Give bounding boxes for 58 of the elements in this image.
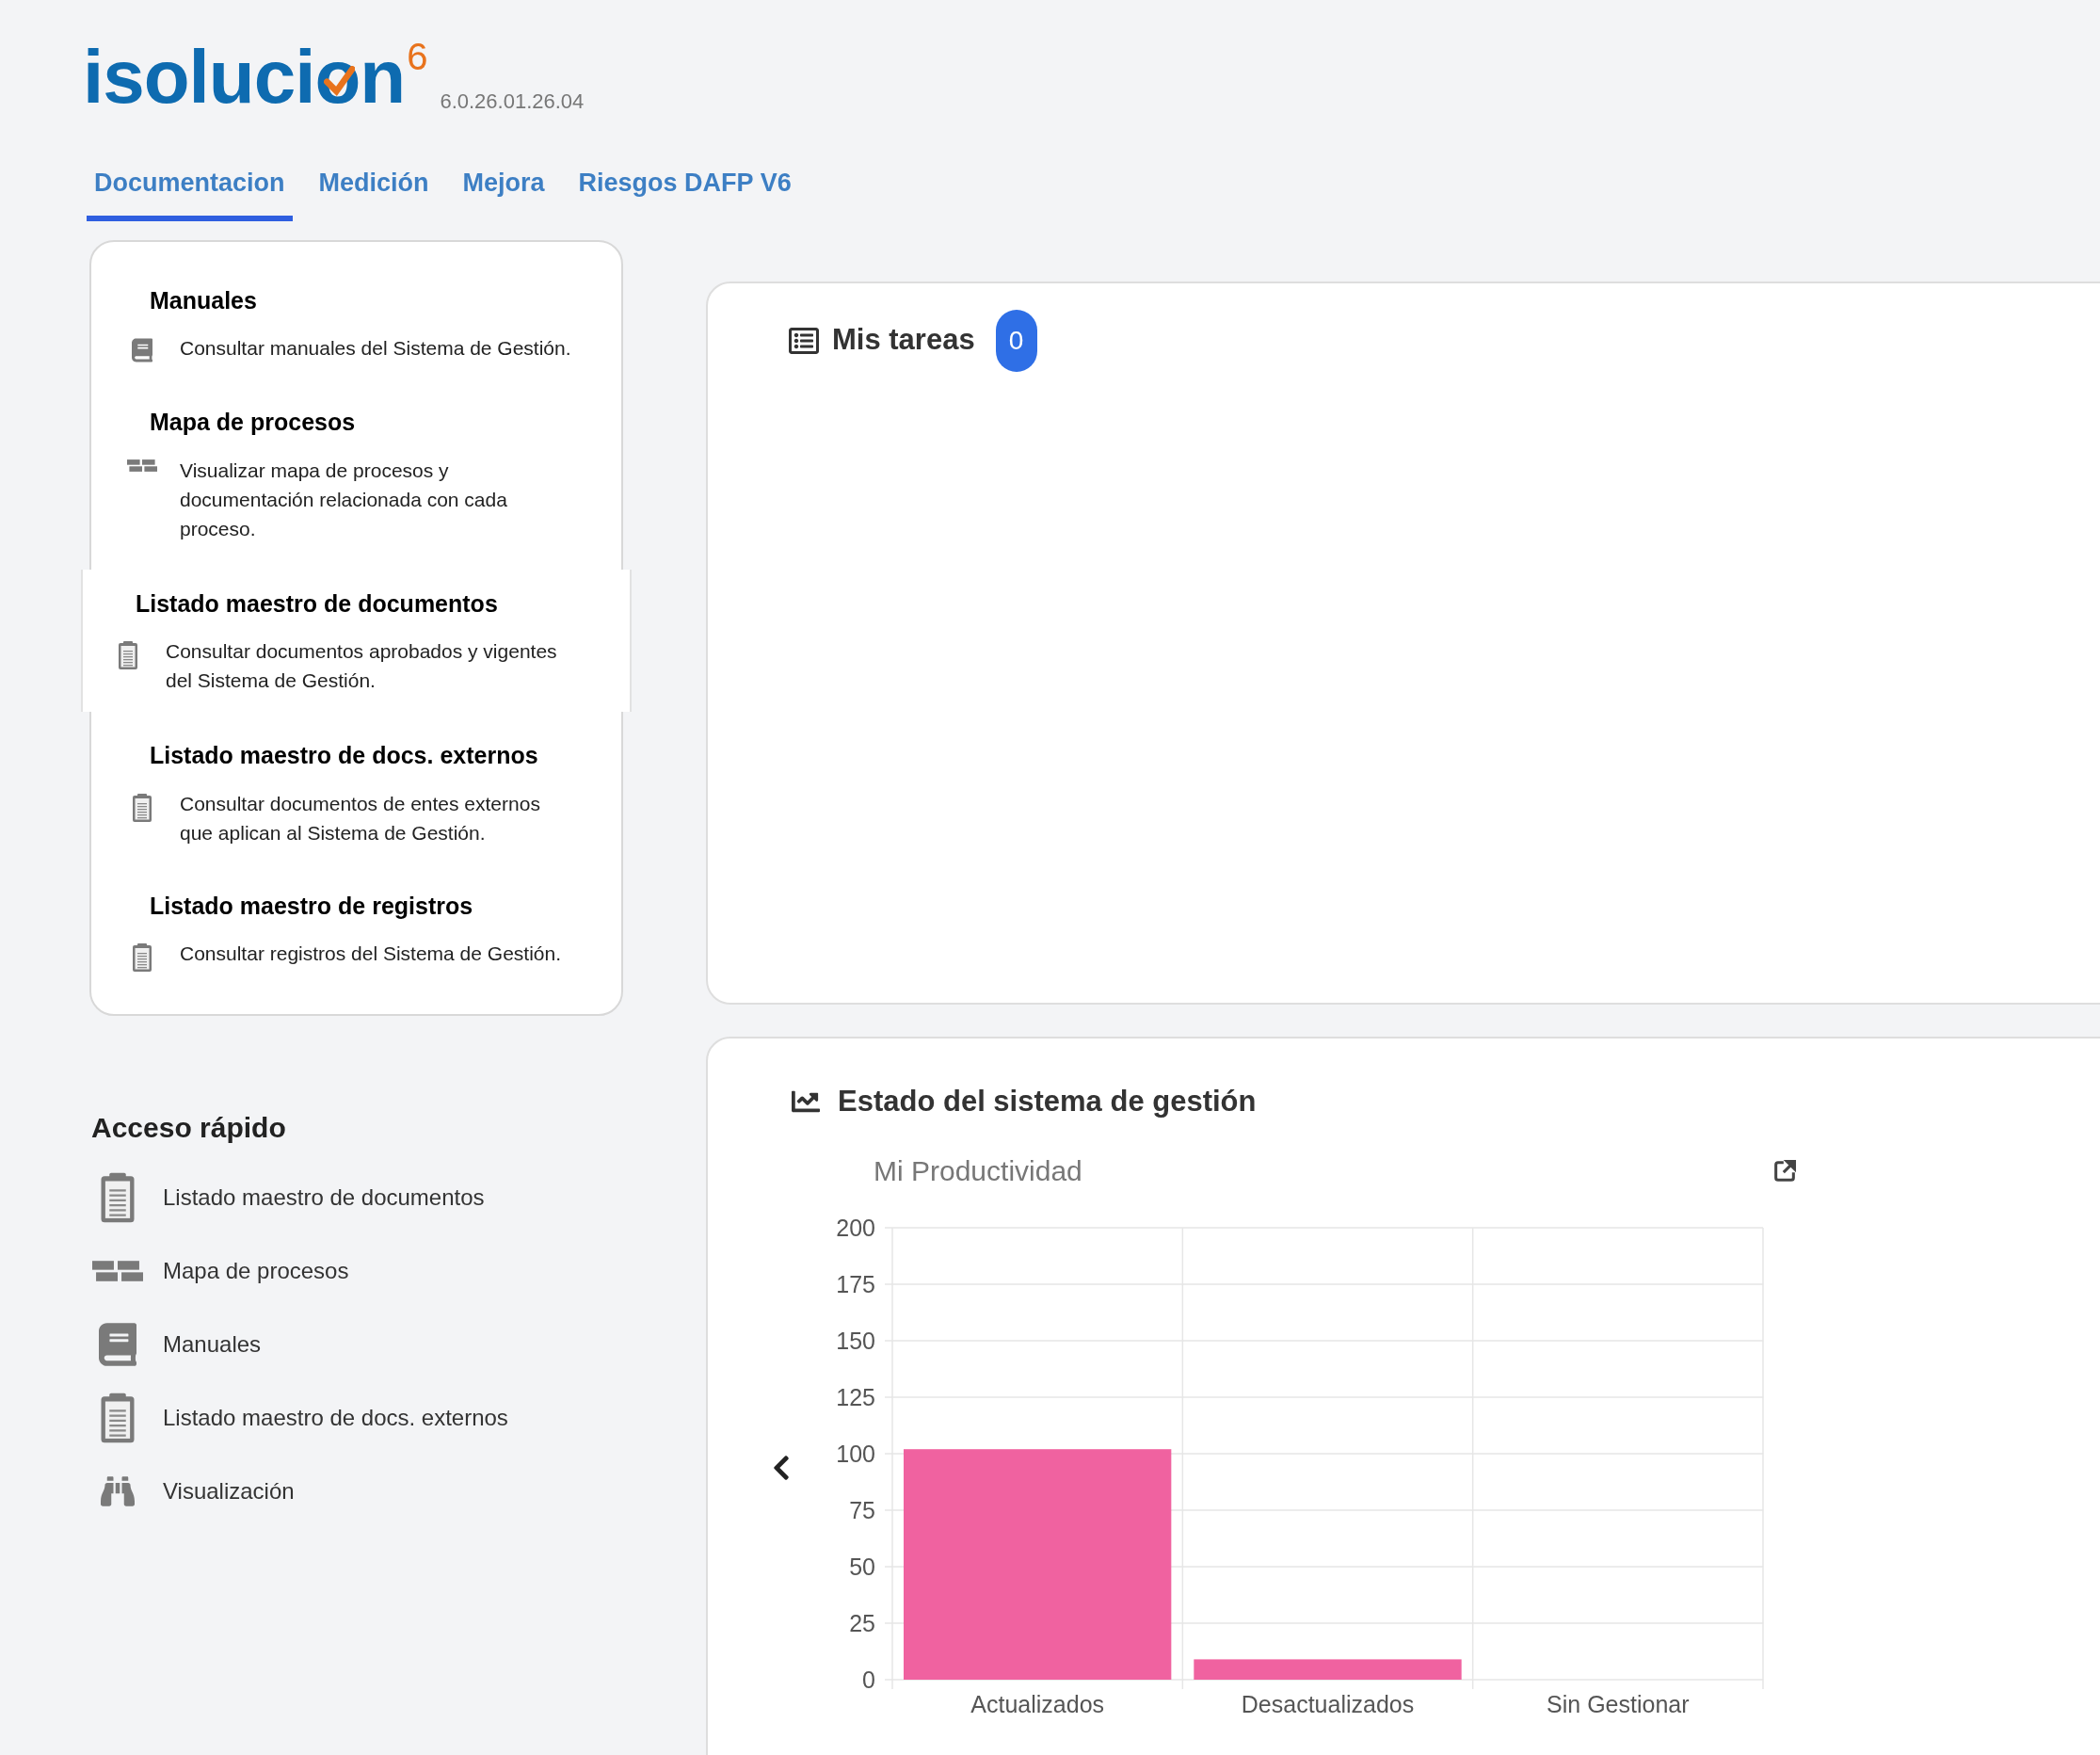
axis-label: 125 bbox=[836, 1384, 875, 1410]
quick-access-link[interactable]: Listado maestro de documentos bbox=[91, 1171, 627, 1224]
quick-access-link[interactable]: Mapa de procesos bbox=[91, 1245, 627, 1297]
card-title: Estado del sistema de gestión bbox=[838, 1083, 1257, 1119]
book-icon bbox=[132, 337, 152, 363]
quick-access-label: Mapa de procesos bbox=[163, 1257, 349, 1285]
blocks-icon bbox=[127, 459, 157, 472]
axis-label: Sin Gestionar bbox=[1547, 1691, 1690, 1717]
axis-label: Desactualizados bbox=[1241, 1691, 1415, 1717]
menu-item-description: Consultar documentos aprobados y vigentes del Sistema de Gestión. bbox=[166, 639, 558, 693]
quick-access-label: Listado maestro de documentos bbox=[163, 1183, 485, 1212]
chart-title: Mi Productividad bbox=[874, 1154, 1082, 1188]
nav-tab[interactable]: Mejora bbox=[455, 164, 553, 221]
menu-item-title: Mapa de procesos bbox=[150, 408, 357, 437]
menu-item-title: Listado maestro de documentos bbox=[136, 588, 499, 619]
section-title: Acceso rápido bbox=[91, 1111, 287, 1145]
menu-item-title: Listado maestro de registros bbox=[150, 891, 474, 921]
menu-item[interactable]: Manuales Consultar manuales del Sistema de Gestión. bbox=[91, 262, 621, 384]
version-text: 6.0.26.01.26.04 bbox=[440, 89, 585, 115]
quick-access-link[interactable]: Visualización bbox=[91, 1465, 627, 1518]
axis-label: 50 bbox=[849, 1554, 875, 1580]
axis-label: 175 bbox=[836, 1271, 875, 1297]
quick-access-label: Listado maestro de docs. externos bbox=[163, 1404, 508, 1432]
clipboard-icon bbox=[131, 792, 153, 823]
quick-access-link[interactable]: Manuales bbox=[91, 1318, 627, 1371]
nav-tab[interactable]: Riesgos DAFP V6 bbox=[570, 164, 799, 221]
clipboard-icon bbox=[131, 942, 153, 973]
menu-item-title: Manuales bbox=[150, 285, 258, 315]
checkmark-icon bbox=[323, 65, 356, 98]
menu-item-title: Listado maestro de docs. externos bbox=[150, 741, 539, 770]
external-link-icon[interactable] bbox=[1771, 1157, 1798, 1184]
quick-access-label: Manuales bbox=[163, 1330, 262, 1359]
axis-label: 200 bbox=[836, 1215, 875, 1241]
menu-item-description: Consultar documentos de entes externos que aplican al Sistema de Gestión. bbox=[180, 791, 541, 845]
menu-item[interactable]: Listado maestro de docs. externos Consultar documentos de entes externos que aplican al Sistema de Gestión. bbox=[91, 717, 621, 868]
axis-label: 100 bbox=[836, 1441, 875, 1467]
book-icon bbox=[99, 1320, 136, 1369]
card-title: Mis tareas bbox=[832, 322, 975, 359]
menu-item-description: Consultar manuales del Sistema de Gestión. bbox=[180, 336, 571, 361]
axis-label: 150 bbox=[836, 1328, 875, 1354]
menu-item-description: Visualizar mapa de procesos y documentación relacionada con cada proceso. bbox=[180, 458, 508, 541]
clipboard-icon bbox=[117, 640, 139, 670]
quick-access-label: Visualización bbox=[163, 1477, 295, 1505]
chevron-left-icon bbox=[771, 1453, 792, 1482]
list-icon bbox=[789, 325, 819, 356]
nav-tab[interactable]: Documentacion bbox=[87, 164, 293, 221]
nav-tab[interactable]: Medición bbox=[311, 164, 437, 221]
count-badge: 0 bbox=[995, 309, 1037, 372]
menu-item[interactable]: Mapa de procesos Visualizar mapa de procesos y documentación relacionada con cada proceso. bbox=[91, 384, 621, 564]
axis-label: 75 bbox=[849, 1497, 875, 1523]
menu-item-description: Consultar registros del Sistema de Gestión. bbox=[180, 942, 562, 966]
axis-label: 0 bbox=[862, 1666, 875, 1693]
menu-item[interactable]: Listado maestro de registros Consultar registros del Sistema de Gestión. bbox=[91, 867, 621, 993]
quick-access-link[interactable]: Listado maestro de docs. externos bbox=[91, 1392, 627, 1444]
blocks-icon bbox=[92, 1261, 143, 1281]
axis-label: Actualizados bbox=[970, 1691, 1105, 1717]
axis-label: 25 bbox=[849, 1610, 875, 1636]
menu-item[interactable]: Listado maestro de documentos Consultar documentos aprobados y vigentes del Sistema de Gestión. bbox=[81, 569, 632, 712]
